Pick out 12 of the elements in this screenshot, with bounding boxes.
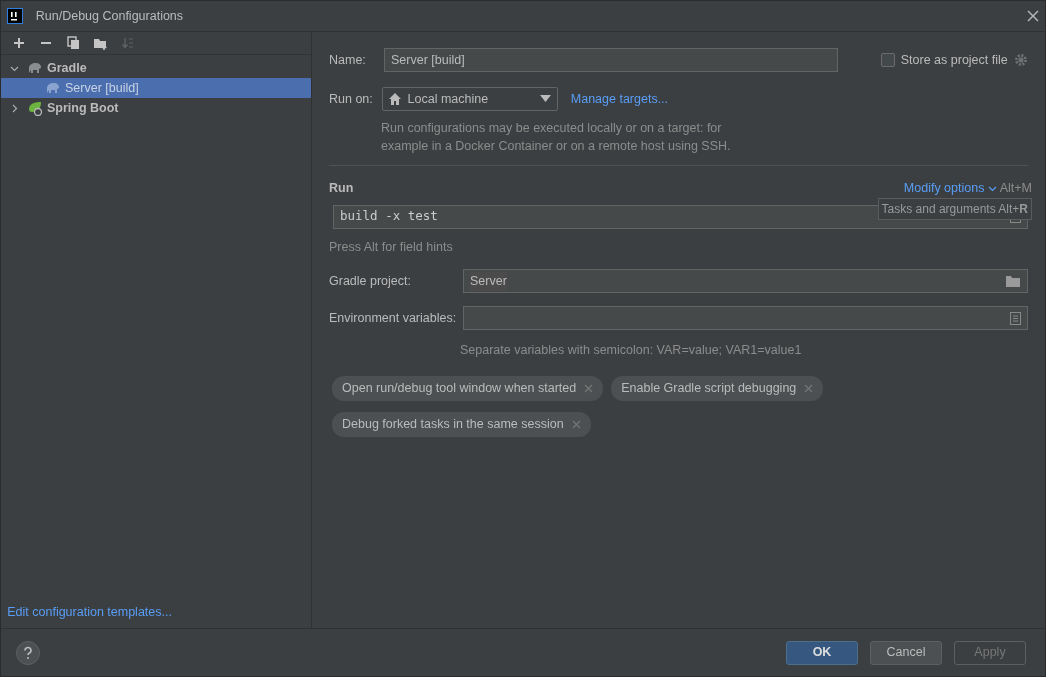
field-label: Run on: [329, 90, 373, 108]
checkbox-label: Store as project file [900, 51, 1008, 69]
hint-text: Run configurations may be executed locally or on a target: for example in a Docker Container or on a remote host using SSH. [381, 119, 731, 155]
field-label: Environment variables: [329, 310, 458, 328]
shortcut-text: Alt+M [999, 179, 1032, 197]
section-title: Run [329, 179, 354, 197]
field-label: Name: [329, 51, 367, 69]
window-title: Run/Debug Configurations [35, 7, 184, 25]
tooltip: Tasks and arguments Alt+R [877, 197, 1032, 220]
field-label: Gradle project: [329, 273, 412, 291]
hint-text: Press Alt for field hints [329, 238, 454, 256]
hint-text: Separate variables with semicolon: VAR=value; VAR1=value1 [460, 342, 803, 360]
